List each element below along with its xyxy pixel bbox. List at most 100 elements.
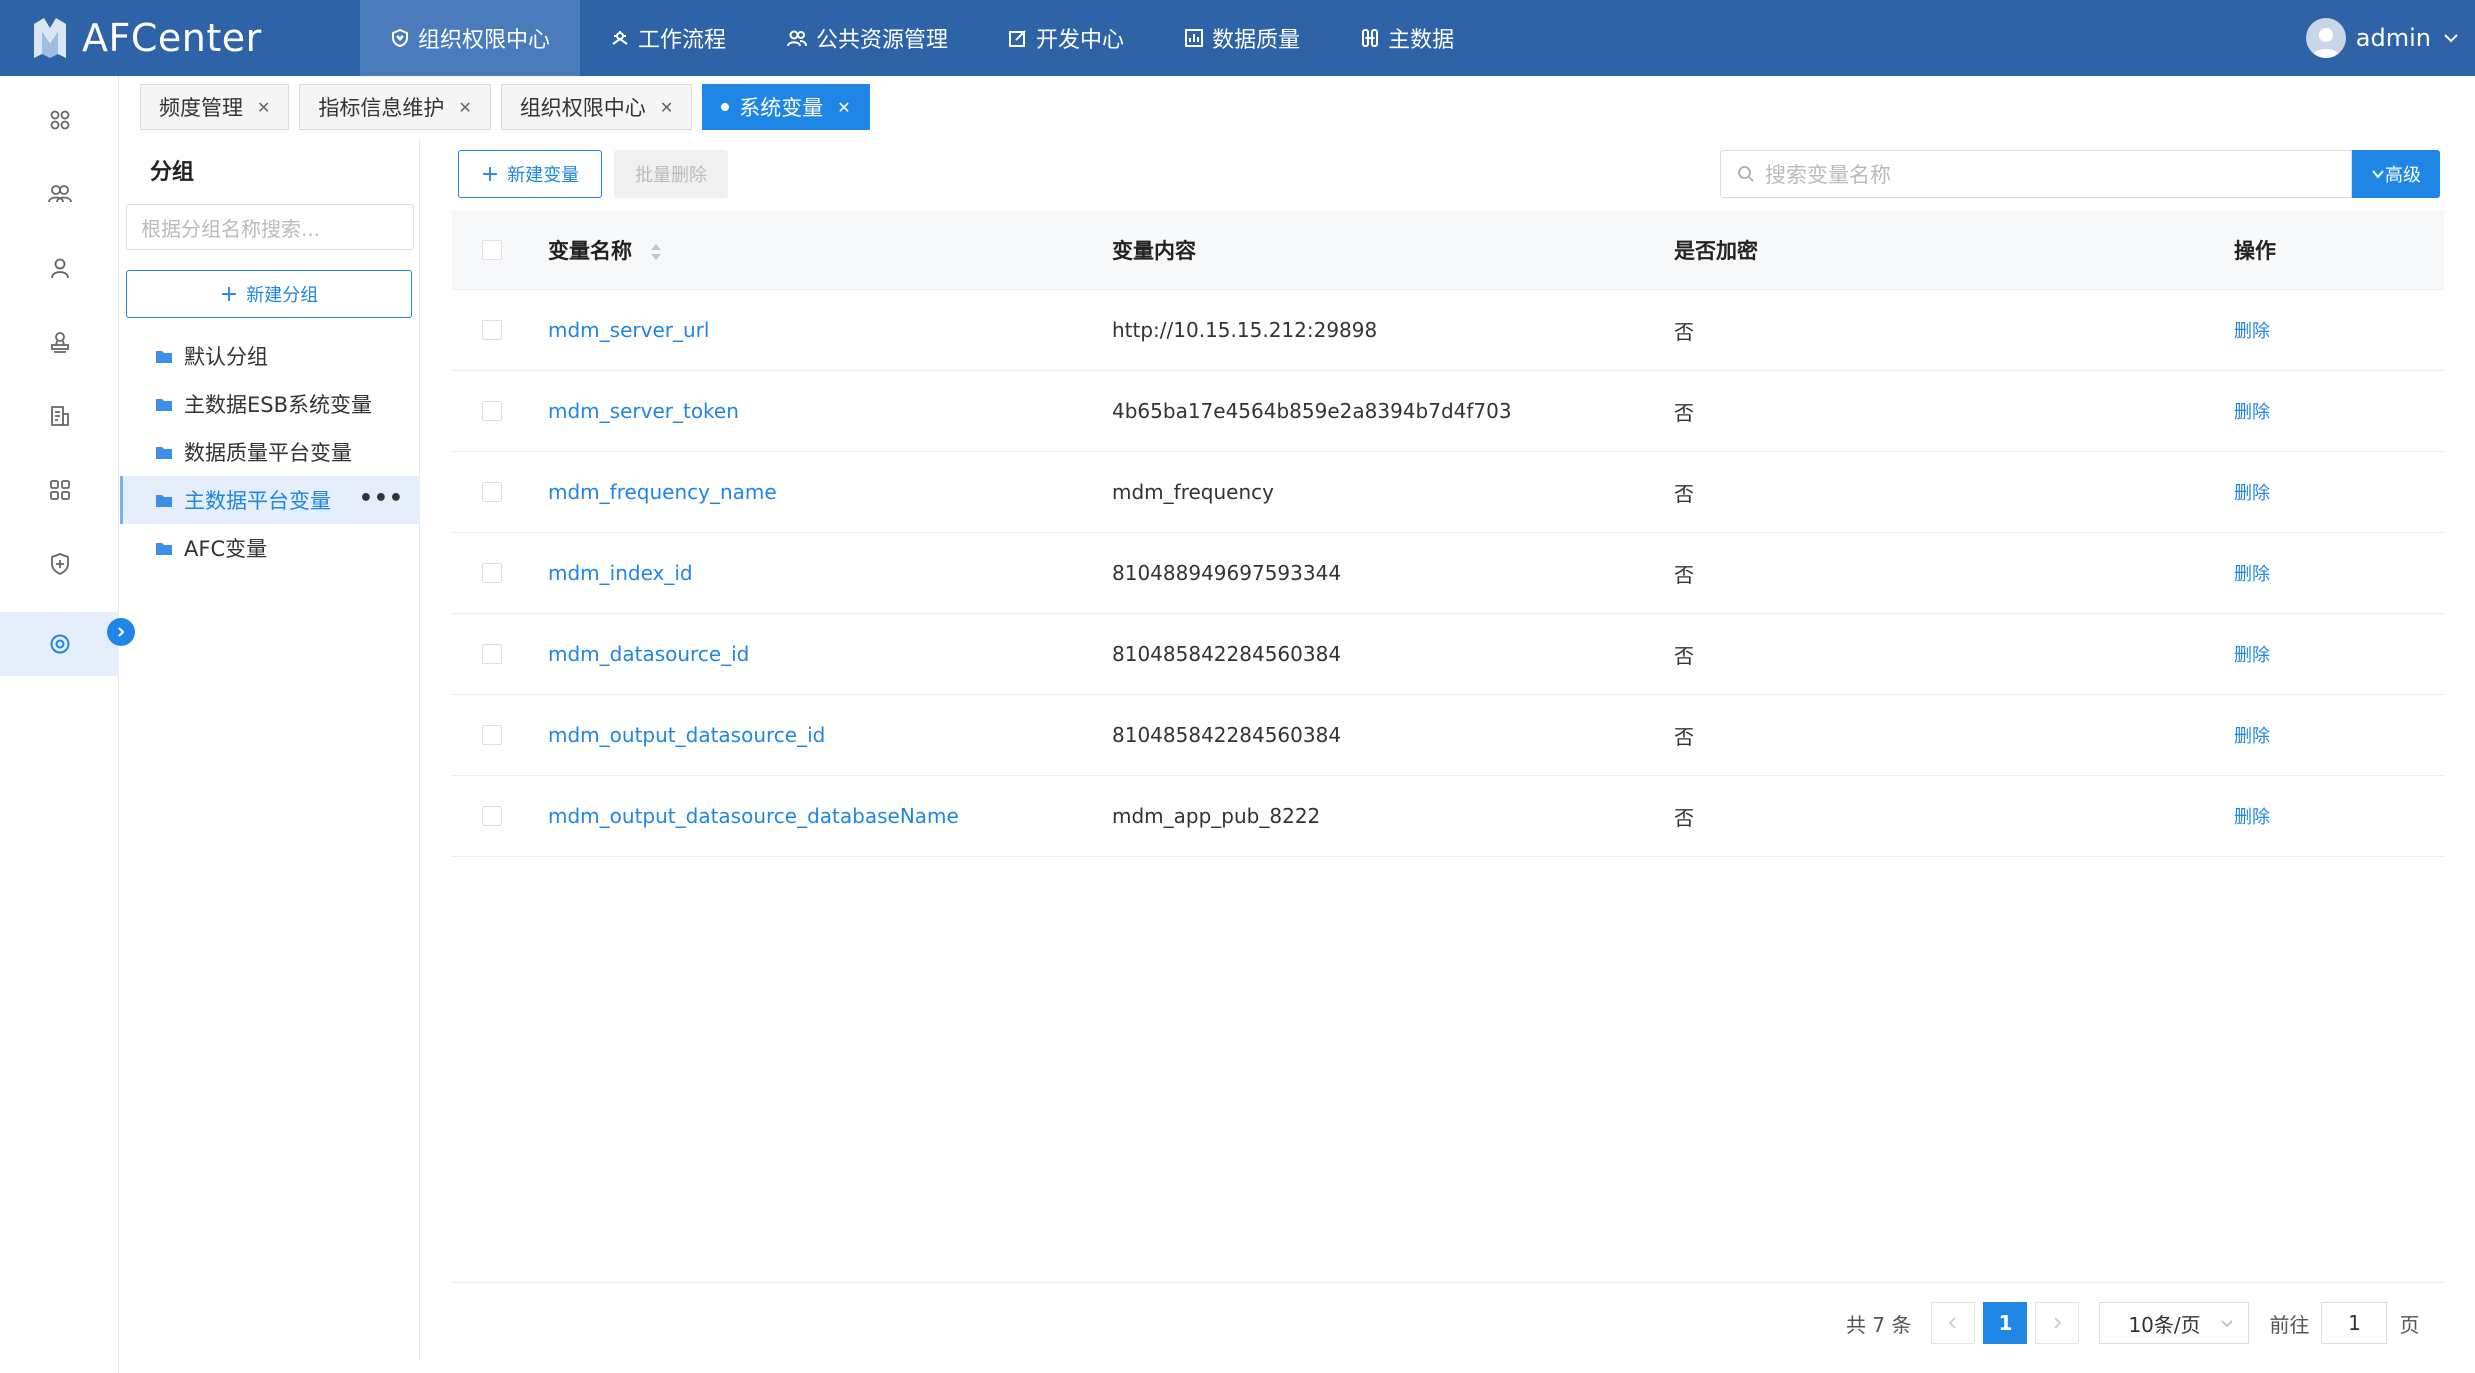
header-name[interactable]: 变量名称 [548, 235, 663, 265]
variable-content: 4b65ba17e4564b859e2a8394b7d4f703 [1112, 399, 1512, 423]
nav-item-data-quality[interactable]: 数据质量 [1154, 0, 1330, 76]
group-item-default[interactable]: 默认分组 [120, 332, 420, 380]
grid-icon [49, 480, 70, 500]
user-stamp-icon [50, 332, 69, 353]
group-item-master-data[interactable]: 主数据平台变量 ••• [120, 476, 420, 524]
variable-encrypted: 否 [1674, 562, 1694, 587]
sidebar-item-apps[interactable] [0, 88, 119, 152]
group-item-afc[interactable]: AFC变量 [120, 524, 420, 572]
variables-table: 变量名称 变量内容 是否加密 操作 mdm_server_url http://… [452, 210, 2444, 857]
table-row: mdm_output_datasource_id 810485842284560… [452, 695, 2444, 776]
variable-name-link[interactable]: mdm_output_datasource_id [548, 723, 825, 747]
chevron-down-icon [2444, 34, 2458, 43]
sidebar-item-roles[interactable] [0, 310, 119, 374]
variable-encrypted: 否 [1674, 724, 1694, 749]
variable-content: mdm_app_pub_8222 [1112, 804, 1321, 828]
row-checkbox[interactable] [482, 725, 502, 745]
delete-link[interactable]: 删除 [2234, 479, 2270, 505]
avatar [2305, 18, 2346, 58]
goto-page-input[interactable]: 1 [2321, 1302, 2388, 1344]
afcenter-logo-icon [34, 18, 66, 58]
delete-link[interactable]: 删除 [2234, 641, 2270, 667]
sort-icon[interactable] [649, 242, 663, 262]
folder-icon [156, 495, 172, 507]
sidebar-item-groups[interactable] [0, 162, 119, 226]
table-row: mdm_index_id 810488949697593344 否 删除 [452, 533, 2444, 614]
sidebar-item-documents[interactable] [0, 384, 119, 448]
next-page-button[interactable] [2035, 1302, 2080, 1344]
tab-label: 组织权限中心 [519, 96, 646, 120]
plus-icon: + [219, 281, 239, 307]
user-menu[interactable]: admin [2305, 0, 2461, 76]
sidebar-item-security[interactable] [0, 532, 119, 596]
delete-link[interactable]: 删除 [2234, 560, 2270, 586]
page-number-current[interactable]: 1 [1983, 1302, 2028, 1344]
tab-system-variables[interactable]: 系统变量 ✕ [702, 84, 870, 130]
advanced-search-button[interactable]: 高级 [2352, 150, 2440, 198]
variable-search-input[interactable]: 搜索变量名称 [1720, 150, 2352, 198]
nav-item-public-resources[interactable]: 公共资源管理 [756, 0, 978, 76]
group-item-data-quality[interactable]: 数据质量平台变量 [120, 428, 420, 476]
prev-page-button[interactable] [1931, 1302, 1976, 1344]
workflow-icon [612, 31, 628, 45]
tab-frequency[interactable]: 频度管理 ✕ [140, 84, 290, 130]
group-item-esb[interactable]: 主数据ESB系统变量 [120, 380, 420, 428]
page-suffix: 页 [2399, 1312, 2420, 1337]
row-checkbox[interactable] [482, 644, 502, 664]
page-size-value: 10条/页 [2128, 1312, 2201, 1337]
nav-item-master-data[interactable]: 主数据 [1330, 0, 1484, 76]
header-encrypted: 是否加密 [1674, 238, 1758, 263]
sidebar-item-modules[interactable] [0, 458, 119, 522]
select-all-checkbox[interactable] [482, 239, 502, 260]
variable-content: 810488949697593344 [1112, 561, 1342, 585]
variable-name-link[interactable]: mdm_server_url [548, 318, 709, 342]
delete-link[interactable]: 删除 [2234, 722, 2270, 748]
apps-icon [50, 110, 69, 130]
app-logo[interactable]: AFCenter [30, 8, 262, 68]
tab-org-permission[interactable]: 组织权限中心 ✕ [500, 84, 693, 130]
nav-item-dev-center[interactable]: 开发中心 [978, 0, 1154, 76]
sidebar-item-user[interactable] [0, 236, 119, 300]
more-icon[interactable]: ••• [359, 486, 404, 511]
variable-name-link[interactable]: mdm_output_datasource_databaseName [548, 804, 959, 828]
folder-icon [156, 447, 172, 459]
close-icon[interactable]: ✕ [458, 98, 471, 117]
new-variable-button[interactable]: + 新建变量 [458, 150, 602, 198]
delete-link[interactable]: 删除 [2234, 317, 2270, 343]
row-checkbox[interactable] [482, 320, 502, 340]
chevron-down-icon [2221, 1320, 2234, 1328]
new-group-button[interactable]: + 新建分组 [126, 270, 412, 318]
page-size-select[interactable]: 10条/页 [2099, 1302, 2250, 1344]
nav-label: 主数据 [1388, 28, 1455, 53]
settings-icon [50, 634, 69, 654]
page-tabs: 频度管理 ✕ 指标信息维护 ✕ 组织权限中心 ✕ 系统变量 ✕ [140, 84, 880, 132]
row-checkbox[interactable] [482, 563, 502, 583]
delete-link[interactable]: 删除 [2234, 398, 2270, 424]
variable-name-link[interactable]: mdm_index_id [548, 561, 693, 585]
variable-name-link[interactable]: mdm_frequency_name [548, 480, 777, 504]
nav-item-org-permission[interactable]: 组织权限中心 [360, 0, 581, 76]
nav-item-workflow[interactable]: 工作流程 [580, 0, 756, 76]
tab-indicator[interactable]: 指标信息维护 ✕ [299, 84, 491, 130]
delete-link[interactable]: 删除 [2234, 803, 2270, 829]
close-icon[interactable]: ✕ [257, 98, 270, 117]
row-checkbox[interactable] [482, 401, 502, 421]
edit-icon [1009, 30, 1026, 47]
active-dot-icon [721, 103, 730, 111]
sidebar-item-settings[interactable] [0, 612, 119, 676]
group-search-input[interactable]: 根据分组名称搜索... [126, 204, 414, 250]
close-icon[interactable]: ✕ [837, 98, 850, 117]
row-checkbox[interactable] [482, 806, 502, 826]
header-operations: 操作 [2234, 238, 2276, 263]
group-label: AFC变量 [184, 537, 268, 561]
variable-name-link[interactable]: mdm_datasource_id [548, 642, 749, 666]
close-icon[interactable]: ✕ [660, 98, 673, 117]
header-content: 变量内容 [1112, 238, 1196, 263]
document-list-icon [50, 406, 69, 426]
row-checkbox[interactable] [482, 482, 502, 502]
variable-encrypted: 否 [1674, 319, 1694, 344]
variable-name-link[interactable]: mdm_server_token [548, 399, 739, 423]
total-count: 共 7 条 [1846, 1312, 1912, 1337]
batch-delete-button[interactable]: 批量删除 [614, 150, 728, 198]
table-row: mdm_server_url http://10.15.15.212:29898… [452, 290, 2444, 371]
